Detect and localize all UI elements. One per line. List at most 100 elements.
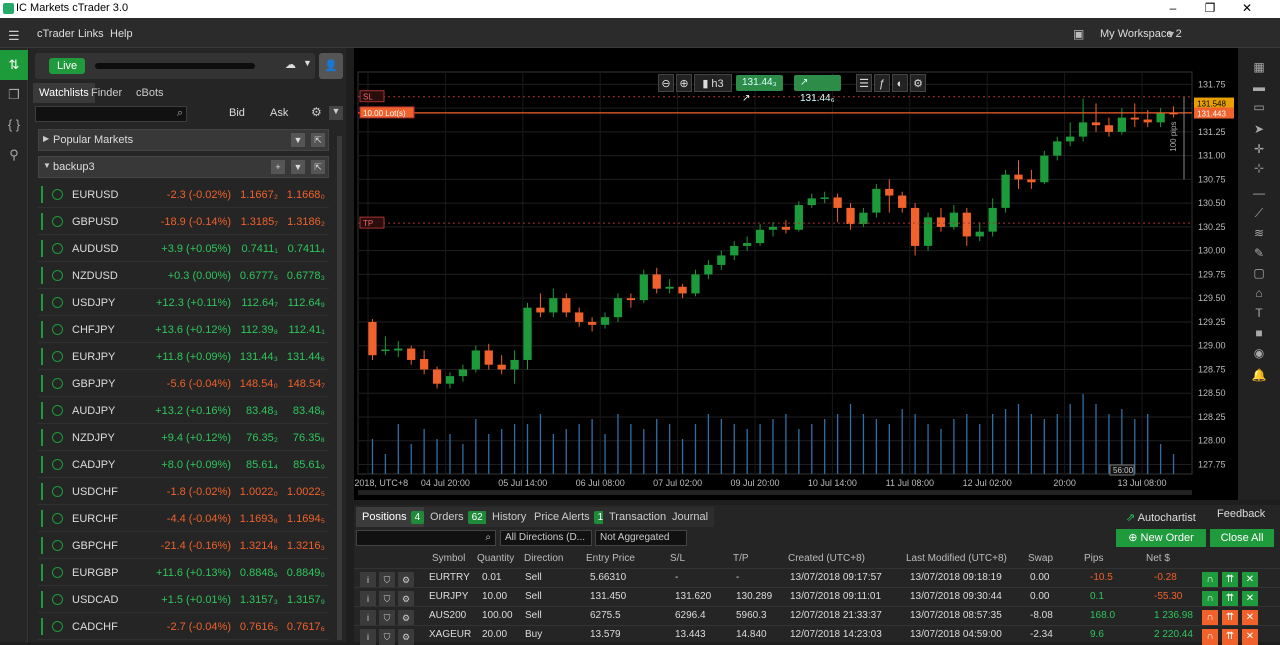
watchlist-row[interactable]: GBPUSD -18.9 (-0.14%) 1.3185₇ 1.3186₂ [38,208,329,235]
ask-price[interactable]: 0.6778₃ [287,270,325,282]
watchlist-row[interactable]: AUDJPY +13.2 (+0.16%) 83.48₃ 83.48₈ [38,397,329,424]
candle-body[interactable] [420,359,429,370]
watchlist-row[interactable]: GBPCHF -21.4 (-0.16%) 1.3214₈ 1.3216₃ [38,532,329,559]
candle-body[interactable] [394,348,403,351]
reverse-icon[interactable]: ∩ [1202,629,1218,645]
expand-arrow-icon[interactable]: ▶ [43,134,49,143]
candle-body[interactable] [381,349,390,352]
tab-finder[interactable]: Finder [85,83,128,103]
maximize-button[interactable]: ❐ [1195,1,1225,15]
ask-price[interactable]: 131.44₆ [287,351,325,363]
protection-icon[interactable]: ⛉ [379,591,395,607]
candle-body[interactable] [536,307,545,313]
settings-icon[interactable]: ⚙ [398,610,414,626]
candle-body[interactable] [484,350,493,365]
candle-body[interactable] [717,255,726,265]
candle-body[interactable] [510,359,519,370]
ask-price[interactable]: 85.61₉ [293,459,325,471]
trade-toggle-icon[interactable] [52,486,63,497]
column-header[interactable]: S/L [670,553,685,564]
watchlist-row[interactable]: CHFJPY +13.6 (+0.12%) 112.39₈ 112.41₁ [38,316,329,343]
candle-body[interactable] [1078,122,1088,137]
crosshair-icon[interactable]: ✛ [1238,142,1280,156]
candle-body[interactable] [768,226,778,230]
candle-body[interactable] [652,274,661,289]
protection-icon[interactable]: ⛉ [379,610,395,626]
trade-toggle-icon[interactable] [52,351,63,362]
column-header[interactable]: Pips [1084,553,1103,564]
settings-icon[interactable]: ⚙ [398,629,414,645]
candle-body[interactable] [1027,179,1036,183]
watchlist-row[interactable]: EURGBP +11.6 (+0.13%) 0.8848₆ 0.8849₀ [38,559,329,586]
column-header[interactable]: Symbol [432,553,465,564]
watchlist-row[interactable]: EURCHF -4.4 (-0.04%) 1.1693₈ 1.1694₅ [38,505,329,532]
candle-body[interactable] [807,198,816,206]
info-icon[interactable]: i [360,572,376,588]
measure-icon[interactable]: ⊹ [1238,161,1280,175]
watchlist-settings-gear-icon[interactable]: ⚙ [311,105,322,119]
trade-toggle-icon[interactable] [52,378,63,389]
candle-body[interactable] [704,264,713,275]
candle-body[interactable] [923,217,933,246]
bid-price[interactable]: 0.7616₅ [240,621,278,633]
double-icon[interactable]: ⇈ [1222,591,1238,607]
ask-price[interactable]: 0.7617₆ [287,621,325,633]
analyze-icon[interactable]: ⚲ [0,140,28,170]
bid-price[interactable]: 0.7411₁ [241,243,278,255]
tab-history[interactable]: History [486,507,533,527]
candle-body[interactable] [432,369,442,384]
candle-body[interactable] [1156,112,1165,123]
candle-body[interactable] [678,286,687,294]
ask-price[interactable]: 1.1668₀ [287,189,325,201]
candle-body[interactable] [562,298,571,313]
ask-price[interactable]: 1.3157₉ [287,594,325,606]
bid-price[interactable]: 1.0022₀ [240,486,278,498]
trend-icon[interactable]: ⟋ [1238,206,1280,221]
candle-body[interactable] [458,369,468,377]
bid-price[interactable]: 1.1667₂ [240,189,278,201]
camera-icon[interactable]: ◉ [1238,346,1280,360]
bid-price[interactable]: 85.61₄ [246,459,278,471]
bid-price[interactable]: 1.1693₈ [240,513,278,525]
text-icon[interactable]: T [1238,306,1280,320]
copy-icon[interactable]: ❐ [0,80,28,110]
ask-price[interactable]: 1.3216₃ [287,540,325,552]
candle-body[interactable] [755,229,765,244]
candle-body[interactable] [898,195,907,208]
account-chevron-icon[interactable]: ▼ [303,58,312,68]
candle-body[interactable] [872,188,881,213]
candle-body[interactable] [936,217,946,227]
ask-price[interactable]: 1.3186₂ [287,216,325,228]
watchlist-row[interactable]: EURUSD -2.3 (-0.02%) 1.1667₂ 1.1668₀ [38,181,329,208]
candle-body[interactable] [1014,174,1023,180]
column-header[interactable]: Last Modified (UTC+8) [906,553,1007,564]
bid-header[interactable]: Bid [229,107,245,119]
candle-body[interactable] [523,307,532,360]
candle-body[interactable] [587,321,597,325]
double-icon[interactable]: ⇈ [1222,572,1238,588]
group-popout-icon[interactable]: ⇱ [311,160,325,174]
position-row[interactable]: i ⛉ ⚙ XAGEUR 20.00 Buy 13.579 13.443 14.840 12/07… [354,625,1280,645]
collapse-arrow-icon[interactable]: ▼ [43,161,51,170]
collapse-chevron-icon[interactable]: ▼ [329,106,343,120]
trade-icon[interactable]: ⇅ [0,50,28,80]
tab-journal[interactable]: Journal [666,507,715,527]
candle-body[interactable] [1066,136,1075,142]
fib-icon[interactable]: ≋ [1238,226,1280,240]
candle-body[interactable] [833,197,842,208]
grid-icon[interactable]: ▦ [1238,60,1280,74]
position-row[interactable]: i ⛉ ⚙ AUS200 100.00 Sell 6275.5 6296.4 5960.3 12/… [354,606,1280,626]
watchlist-row[interactable]: USDCAD +1.5 (+0.01%) 1.3157₃ 1.3157₉ [38,586,329,613]
ask-price[interactable]: 148.54₇ [288,378,325,390]
watchlist-row[interactable]: USDJPY +12.3 (+0.11%) 112.64₇ 112.64₉ [38,289,329,316]
candle-body[interactable] [820,197,829,199]
info-icon[interactable]: i [360,629,376,645]
trade-toggle-icon[interactable] [52,513,63,524]
candle-body[interactable] [949,212,959,227]
close-window-button[interactable]: ✕ [1232,1,1262,15]
protection-icon[interactable]: ⛉ [379,572,395,588]
candle-body[interactable] [1143,119,1152,123]
settings-icon[interactable]: ⚙ [398,591,414,607]
layout-icon[interactable]: ▣ [1073,27,1084,41]
candle-body[interactable] [859,212,868,225]
